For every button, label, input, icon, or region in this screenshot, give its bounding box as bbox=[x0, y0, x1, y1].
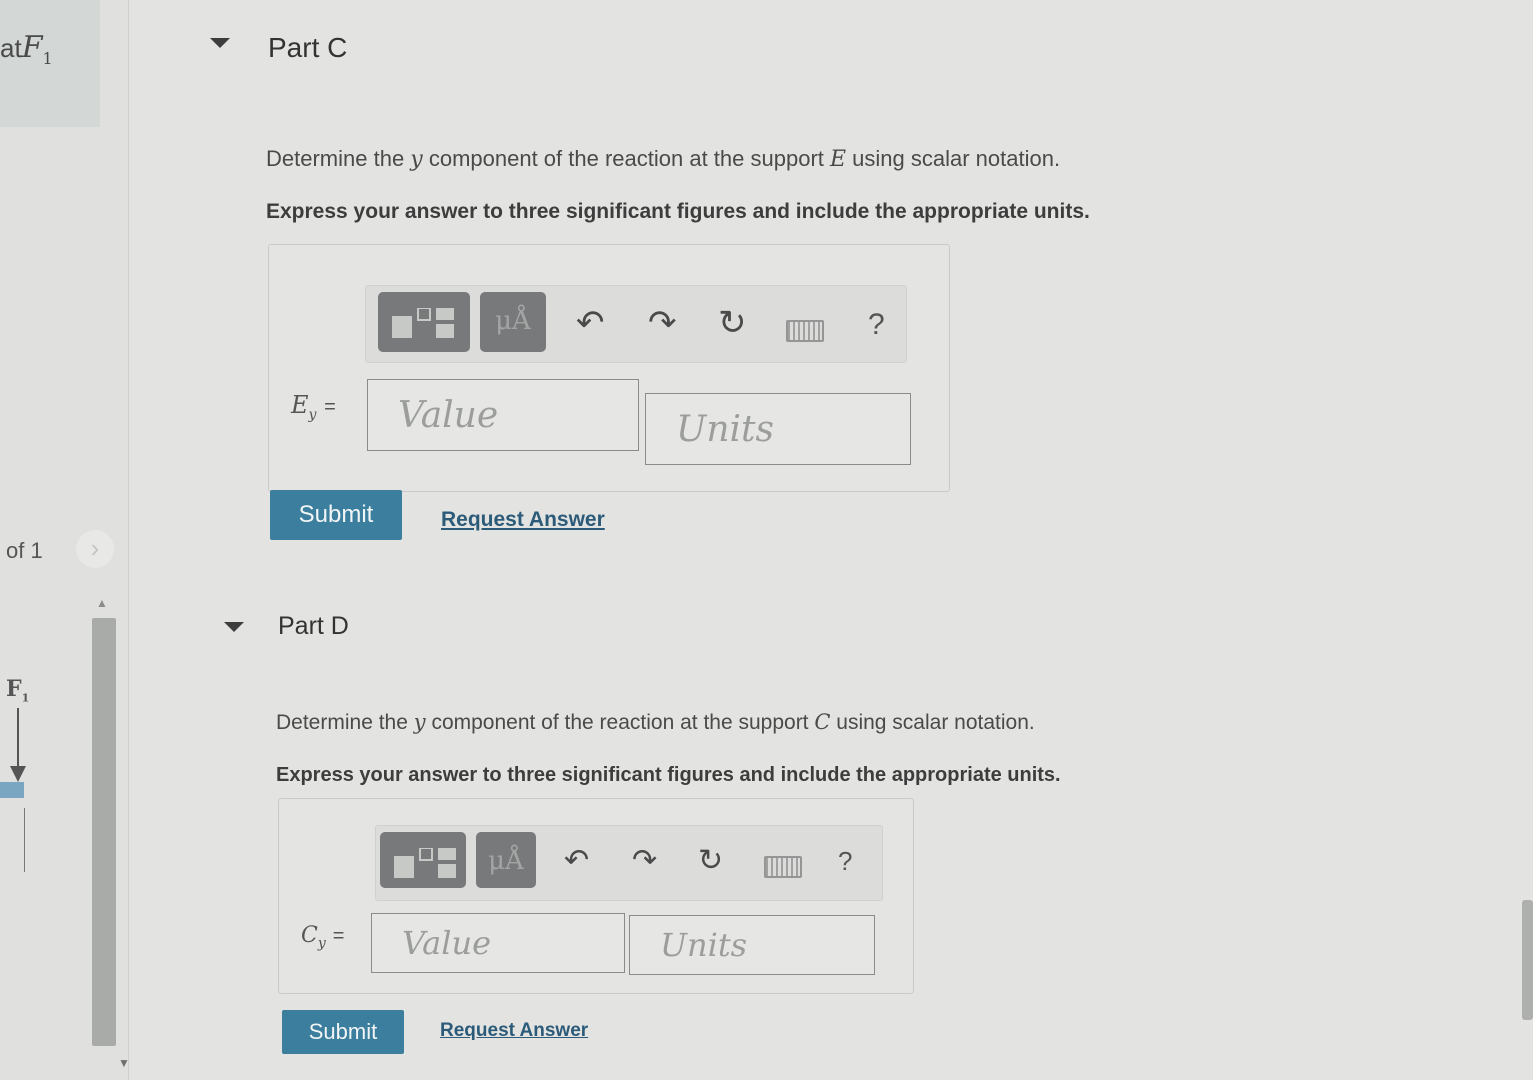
force-arrow-icon bbox=[10, 708, 26, 782]
figure-scrollbar[interactable] bbox=[92, 618, 116, 1046]
units-button[interactable]: μÅ bbox=[480, 292, 546, 352]
redo-icon[interactable]: ↷ bbox=[632, 844, 657, 878]
part-d-submit-button[interactable]: Submit bbox=[282, 1010, 404, 1054]
part-d-question: Determine the y component of the reactio… bbox=[276, 710, 1035, 734]
templates-button[interactable] bbox=[380, 832, 466, 888]
fraction-template-icon bbox=[394, 848, 456, 878]
figure-dimension-line bbox=[24, 808, 25, 872]
figure-force-label: F1 bbox=[6, 676, 30, 705]
scroll-up-icon[interactable]: ▲ bbox=[96, 596, 108, 610]
reset-icon[interactable]: ↻ bbox=[698, 844, 723, 878]
keyboard-icon[interactable] bbox=[786, 320, 824, 342]
part-c-toolbar: μÅ ↶ ↷ ↻ ? bbox=[365, 285, 907, 363]
part-d-answer-box: μÅ ↶ ↷ ↻ ? Cy = bbox=[278, 798, 914, 994]
redo-icon[interactable]: ↷ bbox=[648, 306, 677, 340]
figure-support-block bbox=[0, 782, 24, 798]
part-c-submit-button[interactable]: Submit bbox=[270, 490, 402, 540]
part-c-units-field[interactable] bbox=[645, 393, 911, 465]
undo-icon[interactable]: ↶ bbox=[576, 306, 605, 340]
part-d-toolbar: μÅ ↶ ↷ ↻ ? bbox=[375, 825, 883, 901]
part-c-variable-label: Ey = bbox=[291, 391, 336, 423]
part-c-request-answer-link[interactable]: Request Answer bbox=[441, 508, 605, 532]
part-d-variable-label: Cy = bbox=[301, 923, 345, 952]
part-c-answer-box: μÅ ↶ ↷ ↻ ? Ey = bbox=[268, 244, 950, 492]
reset-icon[interactable]: ↻ bbox=[718, 306, 747, 340]
units-icon: μÅ bbox=[495, 306, 531, 336]
collapse-part-d-icon[interactable] bbox=[224, 622, 244, 632]
help-icon[interactable]: ? bbox=[868, 308, 885, 342]
templates-button[interactable] bbox=[378, 292, 470, 352]
part-c-title: Part C bbox=[268, 32, 348, 63]
part-c-value-input[interactable] bbox=[368, 380, 638, 450]
scroll-down-icon[interactable]: ▼ bbox=[118, 1056, 130, 1070]
part-c-units-input[interactable] bbox=[646, 394, 910, 464]
units-icon: μÅ bbox=[488, 846, 524, 876]
part-d-title: Part D bbox=[278, 612, 349, 640]
part-c-value-field[interactable] bbox=[367, 379, 639, 451]
next-figure-icon[interactable]: › bbox=[76, 530, 114, 568]
part-d-units-input[interactable] bbox=[630, 916, 874, 974]
part-d-request-answer-link[interactable]: Request Answer bbox=[440, 1020, 588, 1042]
collapse-part-c-icon[interactable] bbox=[210, 38, 230, 48]
figure-page-count: of 1 bbox=[6, 538, 43, 563]
part-c-question: Determine the y component of the reactio… bbox=[266, 146, 1061, 172]
part-c-instruction: Express your answer to three significant… bbox=[266, 200, 1090, 223]
keyboard-icon[interactable] bbox=[764, 856, 802, 878]
page-scrollbar[interactable] bbox=[1522, 900, 1533, 1020]
undo-icon[interactable]: ↶ bbox=[564, 844, 589, 878]
help-icon[interactable]: ? bbox=[838, 846, 852, 877]
figure-header-title: atF1 bbox=[0, 30, 53, 68]
figure-header: atF1 bbox=[0, 0, 100, 127]
part-d-value-input[interactable] bbox=[372, 914, 624, 972]
part-d-instruction: Express your answer to three significant… bbox=[276, 764, 1061, 786]
units-button[interactable]: μÅ bbox=[476, 832, 536, 888]
figure-panel: atF1 of 1 › F1 ▲ ▼ bbox=[0, 0, 130, 1080]
part-d-units-field[interactable] bbox=[629, 915, 875, 975]
part-d-value-field[interactable] bbox=[371, 913, 625, 973]
fraction-template-icon bbox=[392, 308, 454, 338]
